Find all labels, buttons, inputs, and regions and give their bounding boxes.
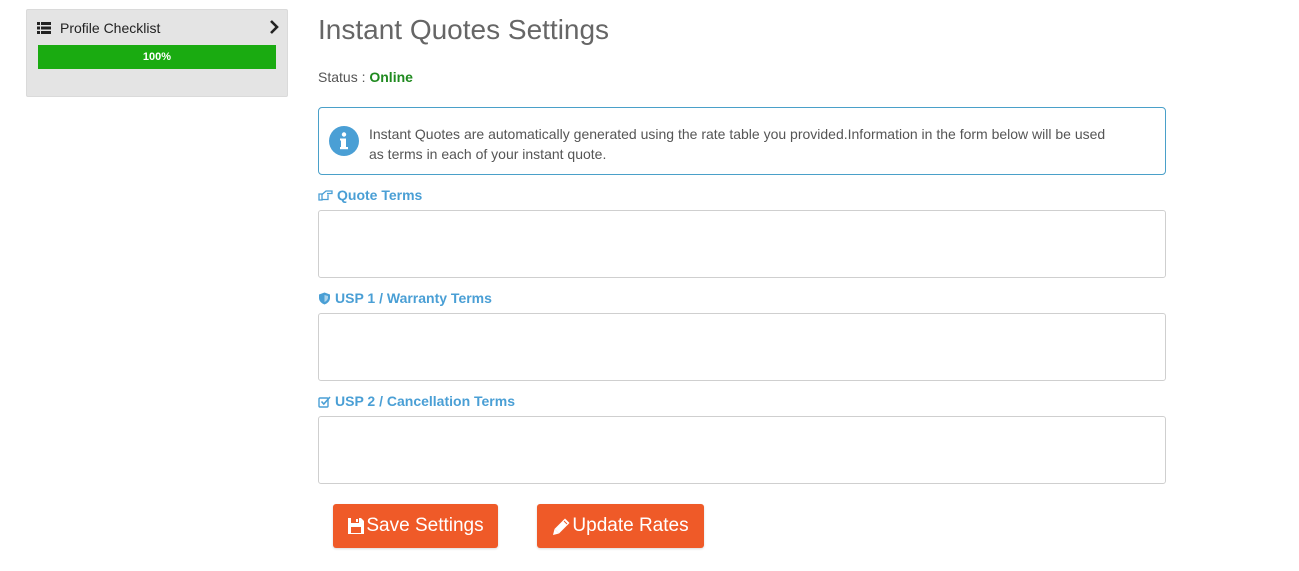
warranty-terms-input[interactable] [318, 313, 1166, 381]
save-icon [348, 518, 365, 534]
warranty-terms-label: USP 1 / Warranty Terms [318, 290, 492, 306]
page-title: Instant Quotes Settings [318, 14, 610, 45]
quote-terms-label: Quote Terms [318, 187, 422, 203]
list-icon [37, 22, 51, 34]
profile-progress-bar: 100% [38, 45, 276, 69]
profile-progress-label: 100% [142, 51, 172, 63]
update-rates-button[interactable]: Update Rates [537, 504, 704, 548]
status-line: Status : Online [318, 69, 413, 85]
profile-checklist-header[interactable]: Profile Checklist [37, 19, 279, 37]
pencil-icon [553, 518, 570, 535]
hand-point-right-icon [318, 190, 333, 201]
info-icon [329, 126, 359, 156]
warranty-terms-label-text: USP 1 / Warranty Terms [335, 290, 492, 306]
quote-terms-label-text: Quote Terms [337, 187, 423, 203]
profile-progress-fill: 100% [38, 45, 276, 69]
profile-checklist-title: Profile Checklist [60, 20, 161, 36]
chevron-right-icon[interactable] [269, 20, 279, 34]
profile-checklist-panel: Profile Checklist 100% [26, 9, 288, 97]
status-value: Online [369, 69, 413, 85]
update-rates-label: Update Rates [572, 515, 689, 536]
cancellation-terms-label-text: USP 2 / Cancellation Terms [335, 393, 515, 409]
check-square-icon [318, 395, 331, 408]
cancellation-terms-label: USP 2 / Cancellation Terms [318, 393, 515, 409]
info-message: Instant Quotes are automatically generat… [369, 126, 1106, 162]
shield-icon [319, 292, 330, 304]
status-label: Status : [318, 69, 366, 85]
cancellation-terms-input[interactable] [318, 416, 1166, 484]
info-alert: Instant Quotes are automatically generat… [318, 107, 1166, 175]
quote-terms-input[interactable] [318, 210, 1166, 278]
save-settings-button[interactable]: Save Settings [333, 504, 498, 548]
save-settings-label: Save Settings [366, 515, 484, 536]
